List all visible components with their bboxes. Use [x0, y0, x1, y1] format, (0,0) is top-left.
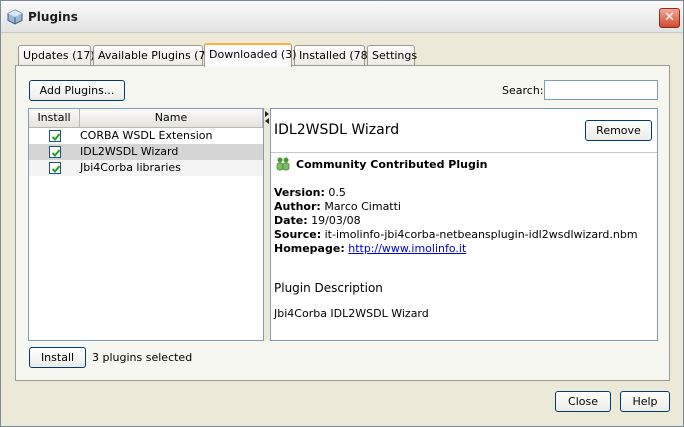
- tab-updates[interactable]: Updates (17): [18, 45, 95, 65]
- homepage-line: Homepage: http://www.imolinfo.it: [274, 242, 466, 255]
- plugin-name: Jbi4Corba libraries: [80, 161, 181, 174]
- author-value: Marco Cimatti: [324, 200, 401, 213]
- version-line: Version: 0.5: [274, 186, 346, 199]
- version-key: Version:: [274, 186, 325, 199]
- plugin-row-selected[interactable]: IDL2WSDL Wizard: [29, 144, 263, 160]
- tab-available-plugins[interactable]: Available Plugins (77): [93, 45, 217, 65]
- date-key: Date:: [274, 214, 308, 227]
- column-header-name[interactable]: Name: [80, 109, 263, 128]
- plugin-row[interactable]: Jbi4Corba libraries: [29, 160, 263, 176]
- install-checkbox[interactable]: [49, 130, 61, 142]
- divider: [271, 152, 657, 153]
- checkmark-icon: [51, 149, 61, 157]
- add-plugins-button[interactable]: Add Plugins...: [29, 80, 125, 101]
- source-line: Source: it-imolinfo-jbi4corba-netbeanspl…: [274, 228, 638, 241]
- version-value: 0.5: [328, 186, 346, 199]
- install-checkbox[interactable]: [49, 162, 61, 174]
- remove-button[interactable]: Remove: [585, 120, 652, 141]
- selection-status: 3 plugins selected: [92, 351, 193, 364]
- checkmark-icon: [51, 133, 61, 141]
- column-header-install[interactable]: Install: [29, 109, 80, 128]
- community-users-icon: [275, 157, 291, 174]
- description-text: Jbi4Corba IDL2WSDL Wizard: [274, 307, 429, 320]
- install-button[interactable]: Install: [29, 347, 86, 368]
- title-bar[interactable]: Plugins ✕: [1, 1, 683, 33]
- search-label: Search:: [502, 84, 544, 97]
- tab-installed[interactable]: Installed (78): [294, 45, 372, 65]
- close-window-button[interactable]: ✕: [659, 8, 680, 28]
- plugin-name: IDL2WSDL Wizard: [80, 145, 179, 158]
- tab-settings[interactable]: Settings: [367, 45, 417, 65]
- plugin-row[interactable]: CORBA WSDL Extension: [29, 128, 263, 144]
- tab-downloaded[interactable]: Downloaded (3): [204, 43, 297, 67]
- checkmark-icon: [51, 165, 61, 173]
- window-title: Plugins: [28, 10, 78, 24]
- date-value: 19/03/08: [311, 214, 361, 227]
- description-heading: Plugin Description: [274, 281, 383, 295]
- help-button[interactable]: Help: [620, 391, 670, 412]
- plugin-list: Install Name CORBA WSDL Extension IDL2WS…: [28, 108, 264, 341]
- plugin-details-panel: IDL2WSDL Wizard Remove Community Contrib…: [270, 108, 658, 341]
- author-line: Author: Marco Cimatti: [274, 200, 401, 213]
- close-button[interactable]: Close: [555, 391, 611, 412]
- homepage-key: Homepage:: [274, 242, 345, 255]
- search-input[interactable]: [544, 80, 658, 100]
- date-line: Date: 19/03/08: [274, 214, 361, 227]
- plugin-title: IDL2WSDL Wizard: [274, 122, 400, 138]
- source-value: it-imolinfo-jbi4corba-netbeansplugin-idl…: [324, 228, 638, 241]
- install-checkbox[interactable]: [49, 146, 61, 158]
- plugin-name: CORBA WSDL Extension: [80, 129, 213, 142]
- plugins-dialog: Plugins ✕ Updates (17) Available Plugins…: [0, 0, 684, 427]
- community-badge-label: Community Contributed Plugin: [296, 158, 488, 171]
- author-key: Author:: [274, 200, 321, 213]
- homepage-link[interactable]: http://www.imolinfo.it: [348, 242, 466, 255]
- netbeans-cube-icon: [7, 9, 23, 25]
- source-key: Source:: [274, 228, 322, 241]
